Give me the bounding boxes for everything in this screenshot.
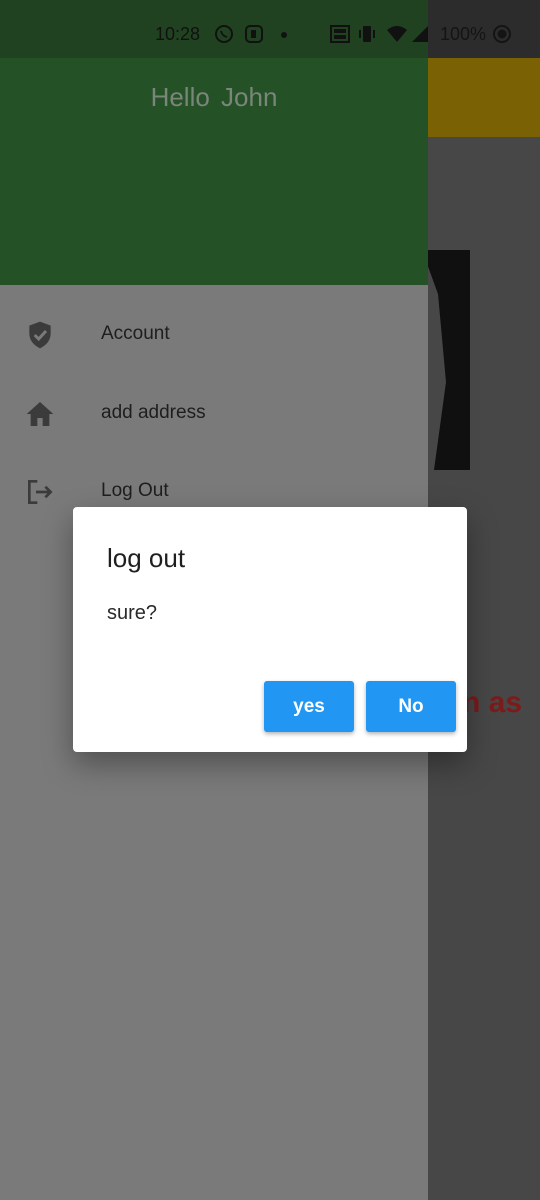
- volte-icon: [330, 24, 350, 44]
- dialog-title: log out: [107, 543, 186, 573]
- drawer-item-label: Account: [101, 323, 170, 344]
- vibrate-icon: [357, 24, 377, 44]
- whatsapp-icon: [214, 24, 234, 44]
- status-bar: 10:28 100%: [0, 0, 540, 58]
- home-icon: [24, 398, 56, 430]
- battery-percentage: 100%: [440, 24, 487, 44]
- logout-dialog: log out sure? yes No: [73, 507, 467, 752]
- dot-icon: [274, 24, 294, 44]
- drawer-item-account[interactable]: Account: [0, 301, 428, 371]
- drawer-greeting: Hello John: [150, 82, 278, 112]
- drawer-item-add-address[interactable]: add address: [0, 380, 428, 450]
- no-button[interactable]: No: [366, 681, 456, 732]
- drawer-item-label: Log Out: [101, 480, 169, 501]
- logout-icon: [24, 476, 56, 508]
- signal-icon: [410, 24, 430, 44]
- drawer-item-label: add address: [101, 402, 206, 423]
- app-notification-icon: [244, 24, 264, 44]
- drawer-header: Hello John: [0, 58, 428, 285]
- battery-icon: [492, 24, 512, 44]
- wifi-icon: [386, 24, 407, 44]
- dialog-message: sure?: [107, 602, 158, 624]
- status-time: 10:28: [155, 24, 201, 44]
- yes-button[interactable]: yes: [264, 681, 354, 732]
- shield-check-icon: [24, 319, 56, 351]
